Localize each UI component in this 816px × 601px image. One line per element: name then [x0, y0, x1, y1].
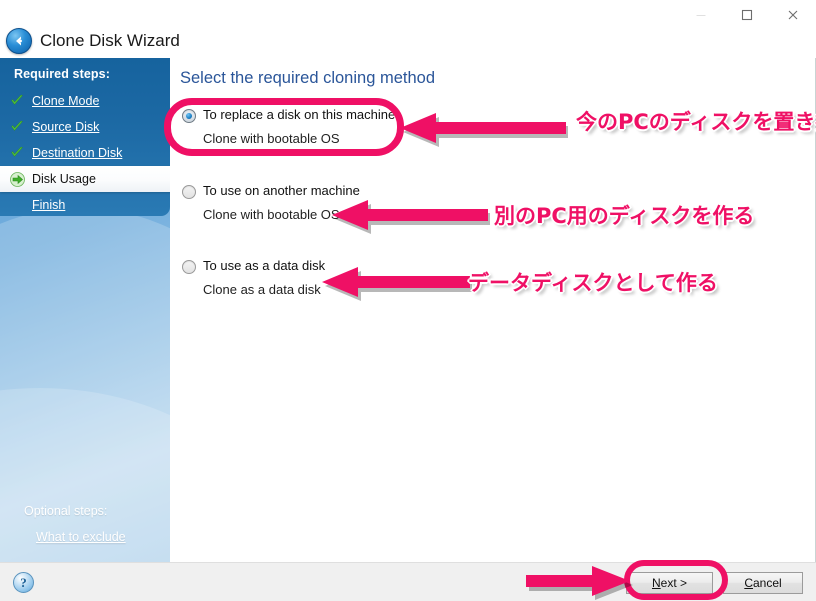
clone-disk-wizard-window: Clone Disk Wizard Required steps: Clone …: [0, 0, 816, 601]
cancel-button-label: ancel: [752, 576, 782, 590]
sidebar-item-destination-disk[interactable]: Destination Disk: [0, 140, 170, 166]
footer-bar: ? Next > Cancel: [0, 562, 816, 601]
minimize-icon: [696, 15, 706, 16]
back-arrow-icon: [16, 36, 22, 46]
option-another-machine[interactable]: To use on another machine Clone with boo…: [182, 183, 602, 222]
close-icon: [788, 10, 798, 20]
option-replace-disk[interactable]: To replace a disk on this machine Clone …: [182, 107, 602, 146]
window-title: Clone Disk Wizard: [40, 31, 180, 50]
sidebar-item-label: Finish: [32, 198, 66, 212]
radio-replace-disk[interactable]: [182, 109, 196, 123]
required-steps-heading: Required steps:: [14, 67, 110, 81]
sidebar-item-disk-usage[interactable]: Disk Usage: [0, 166, 170, 192]
sidebar-item-source-disk[interactable]: Source Disk: [0, 114, 170, 140]
green-arrow-icon: [10, 171, 32, 187]
sidebar-item-clone-mode[interactable]: Clone Mode: [0, 88, 170, 114]
option-subtitle: Clone as a data disk: [203, 282, 321, 297]
green-check-icon: [10, 94, 32, 108]
minimize-button[interactable]: [678, 0, 724, 30]
next-button-label: ext >: [660, 576, 688, 590]
sidebar-item-label: Clone Mode: [32, 94, 100, 108]
cancel-button-accel: C: [744, 576, 753, 590]
wizard-content: Select the required cloning method To re…: [170, 58, 815, 562]
option-data-disk[interactable]: To use as a data disk Clone as a data di…: [182, 258, 602, 297]
back-button[interactable]: [6, 28, 32, 54]
steps-list: Clone Mode Source Disk Destination Disk: [0, 88, 170, 218]
sidebar-item-label: Source Disk: [32, 120, 100, 134]
wizard-sidebar: Required steps: Clone Mode Source Disk D…: [0, 58, 170, 562]
option-title: To use as a data disk: [203, 258, 326, 273]
radio-data-disk[interactable]: [182, 260, 196, 274]
window-controls: [678, 0, 816, 30]
maximize-button[interactable]: [724, 0, 770, 30]
option-title: To use on another machine: [203, 183, 360, 198]
green-check-icon: [10, 146, 32, 160]
close-button[interactable]: [770, 0, 816, 30]
maximize-icon: [741, 9, 753, 21]
option-subtitle: Clone with bootable OS: [203, 207, 340, 222]
radio-another-machine[interactable]: [182, 185, 196, 199]
next-button-accel: N: [651, 576, 661, 590]
option-subtitle: Clone with bootable OS: [203, 131, 340, 146]
cancel-button[interactable]: Cancel: [723, 572, 803, 594]
next-button[interactable]: Next >: [626, 572, 713, 594]
sidebar-item-finish[interactable]: Finish: [0, 192, 170, 218]
question-mark-icon[interactable]: ?: [13, 572, 34, 593]
option-title: To replace a disk on this machine: [203, 107, 396, 122]
page-title: Select the required cloning method: [180, 69, 435, 87]
sidebar-item-label: Disk Usage: [32, 172, 96, 186]
optional-steps-heading: Optional steps:: [24, 504, 108, 518]
green-check-icon: [10, 120, 32, 134]
sidebar-item-label: Destination Disk: [32, 146, 123, 160]
title-bar: Clone Disk Wizard: [0, 0, 816, 58]
sidebar-item-what-to-exclude[interactable]: What to exclude: [36, 530, 126, 544]
